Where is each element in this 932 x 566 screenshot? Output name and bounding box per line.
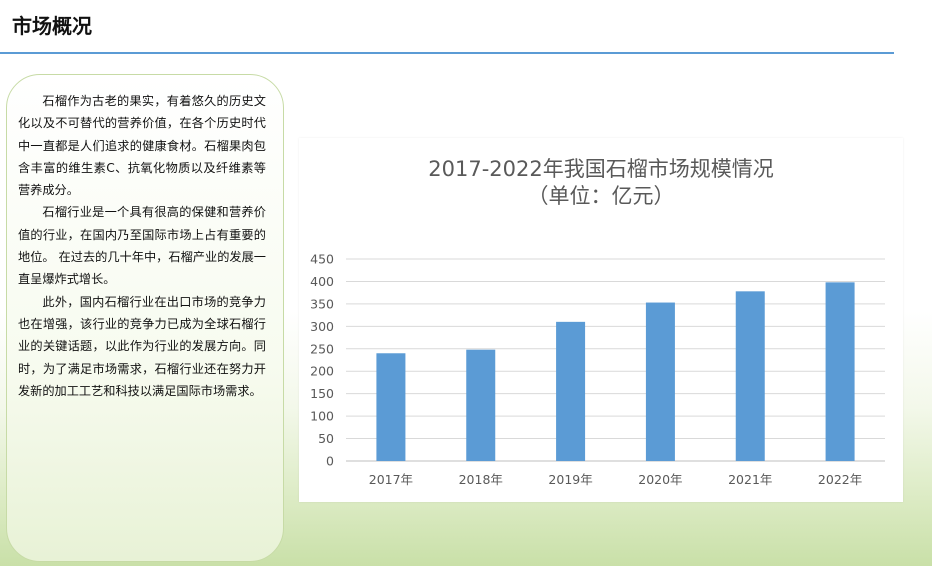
y-tick-label: 150 [310, 386, 334, 401]
paragraph-3: 此外，国内石榴行业在出口市场的竞争力也在增强，该行业的竞争力已成为全球石榴行业的… [18, 294, 266, 398]
bar [466, 349, 496, 461]
paragraph-2: 石榴行业是一个具有很高的保健和营养价值的行业，在国内乃至国际市场上占有重要的地位… [18, 205, 266, 287]
y-tick-label: 200 [310, 364, 334, 379]
bar [825, 282, 855, 461]
panel-text: 石榴作为古老的果实，有着悠久的历史文化以及不可替代的营养价值，在各个历史时代中一… [18, 90, 266, 402]
bar [556, 321, 586, 461]
y-tick-label: 450 [310, 252, 334, 267]
x-tick-label: 2020年 [638, 472, 682, 487]
y-tick-label: 250 [310, 341, 334, 356]
y-tick-label: 0 [326, 454, 334, 469]
page-title-box: 市场概况 [0, 0, 118, 48]
bar [376, 353, 406, 461]
bar-chart: 0 50 100 150 200 250 300 350 400 450 2017年 2018年 201… [310, 252, 885, 487]
x-tick-label: 2022年 [818, 472, 862, 487]
y-tick-label: 400 [310, 274, 334, 289]
y-tick-label: 300 [310, 319, 334, 334]
x-tick-label: 2019年 [548, 472, 592, 487]
y-tick-label: 350 [310, 296, 334, 311]
header-divider [0, 52, 894, 54]
chart-card: 2017-2022年我国石榴市场规模情况 （单位：亿元） 0 50 100 150 20… [299, 138, 903, 502]
bar [735, 291, 765, 461]
paragraph-1: 石榴作为古老的果实，有着悠久的历史文化以及不可替代的营养价值，在各个历史时代中一… [18, 94, 266, 198]
x-tick-label: 2017年 [369, 472, 413, 487]
x-tick-label: 2021年 [728, 472, 772, 487]
y-tick-label: 100 [310, 409, 334, 424]
bar [645, 302, 675, 461]
x-tick-label: 2018年 [459, 472, 503, 487]
page-title: 市场概况 [12, 14, 92, 38]
y-tick-label: 50 [318, 431, 334, 446]
